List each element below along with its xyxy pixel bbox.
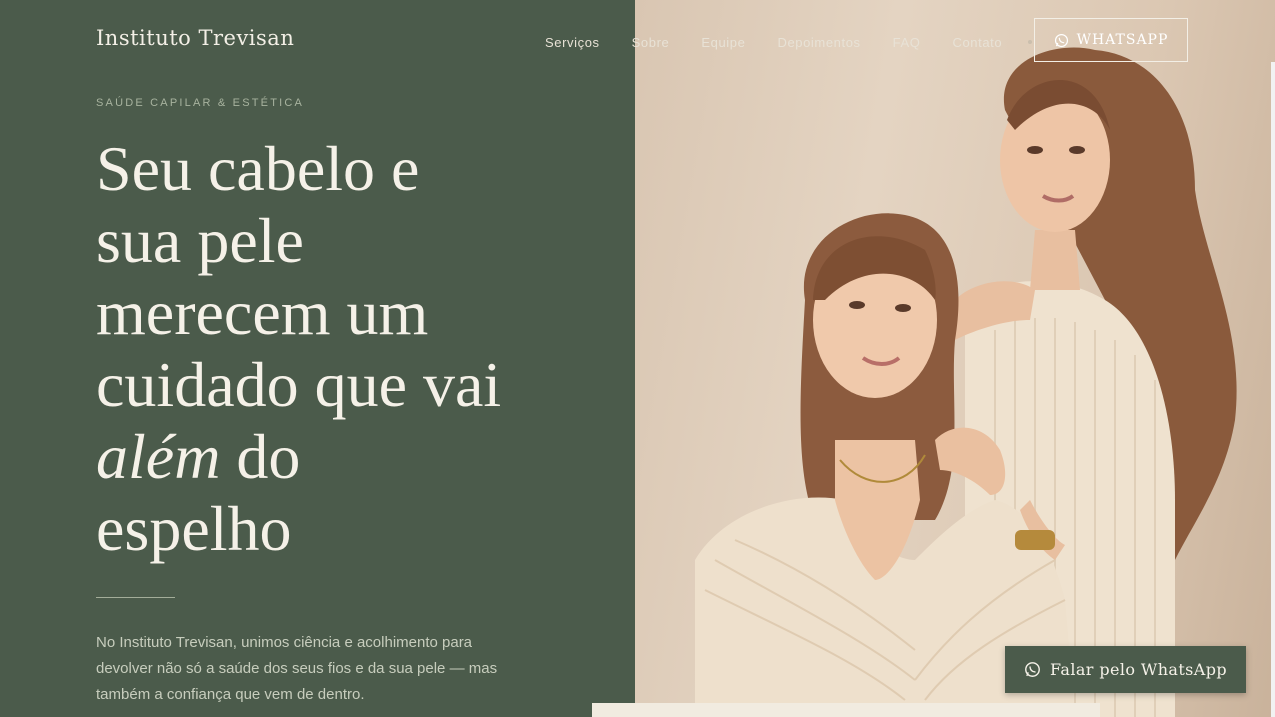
whatsapp-floating-label: Falar pelo WhatsApp [1049, 660, 1228, 679]
whatsapp-icon [1024, 661, 1041, 678]
headline-emphasis: além [96, 421, 221, 492]
headline-line-6: espelho [96, 493, 292, 564]
headline-line-1: Seu cabelo e [96, 133, 420, 204]
hero-divider [96, 597, 175, 598]
nav-item-sobre[interactable]: Sobre [632, 35, 670, 50]
whatsapp-header-button[interactable]: WHATSAPP [1034, 18, 1188, 62]
nav-item-equipe[interactable]: Equipe [701, 35, 745, 50]
nav-item-depoimentos[interactable]: Depoimentos [777, 35, 860, 50]
main-nav: Serviços Sobre Equipe Depoimentos FAQ Co… [545, 33, 1046, 51]
whatsapp-floating-button[interactable]: Falar pelo WhatsApp [1005, 646, 1246, 693]
hero-intro: No Instituto Trevisan, unimos ciência e … [96, 634, 498, 703]
hero-eyebrow: SAÚDE CAPILAR & ESTÉTICA [96, 97, 305, 109]
headline-line-2: sua pele [96, 205, 304, 276]
headline-line-5: além do [96, 421, 566, 493]
headline-line-5-rest: do [220, 421, 301, 492]
nav-item-contato[interactable]: Contato [952, 35, 1002, 50]
headline-line-4: cuidado que vai [96, 349, 502, 420]
next-section-edge [592, 703, 1100, 717]
nav-item-faq[interactable]: FAQ [893, 35, 921, 50]
brand-logo[interactable]: Instituto Trevisan [96, 26, 294, 50]
hero-photo [635, 0, 1275, 717]
whatsapp-header-label: WHATSAPP [1076, 32, 1169, 48]
headline-line-3: merecem um [96, 277, 429, 348]
scrollbar[interactable] [1271, 62, 1275, 717]
nav-item-servicos[interactable]: Serviços [545, 35, 600, 50]
hero-photo-illustration [695, 47, 1237, 717]
whatsapp-icon [1054, 33, 1069, 48]
hero-headline: Seu cabelo e sua pele merecem um cuidado… [96, 133, 566, 565]
nav-separator-dot [1028, 40, 1033, 44]
